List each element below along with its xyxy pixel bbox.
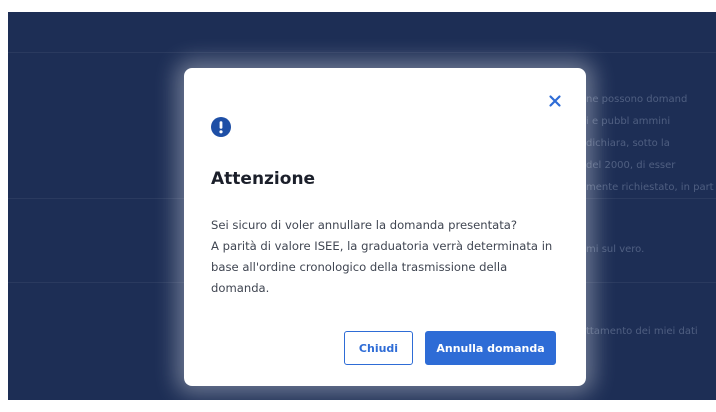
background-text: mi sul vero. [586,244,645,255]
dialog-message: Sei sicuro di voler annullare la domanda… [211,215,566,299]
page-backdrop: ne possono domand i e pubbl ammini dichi… [8,12,716,400]
close-dialog-button[interactable]: Chiudi [344,331,413,365]
exclamation-circle-icon [211,117,231,137]
background-text: dichiara, sotto la [586,138,670,149]
message-line: A parità di valore ISEE, la graduatoria … [211,239,553,295]
close-button[interactable] [546,92,564,110]
close-icon [549,95,561,107]
cancel-application-button[interactable]: Annulla domanda [425,331,556,365]
background-text: i e pubbl ammini [586,116,671,127]
background-divider [8,52,716,53]
background-text: ne possono domand [586,94,688,105]
background-text: ttamento dei miei dati [586,326,698,337]
confirmation-dialog: Attenzione Sei sicuro di voler annullare… [184,68,586,386]
message-line: Sei sicuro di voler annullare la domanda… [211,218,518,232]
dialog-title: Attenzione [211,169,316,189]
background-text: mente richiestato, in part [586,182,714,193]
background-text: del 2000, di esser [586,160,676,171]
